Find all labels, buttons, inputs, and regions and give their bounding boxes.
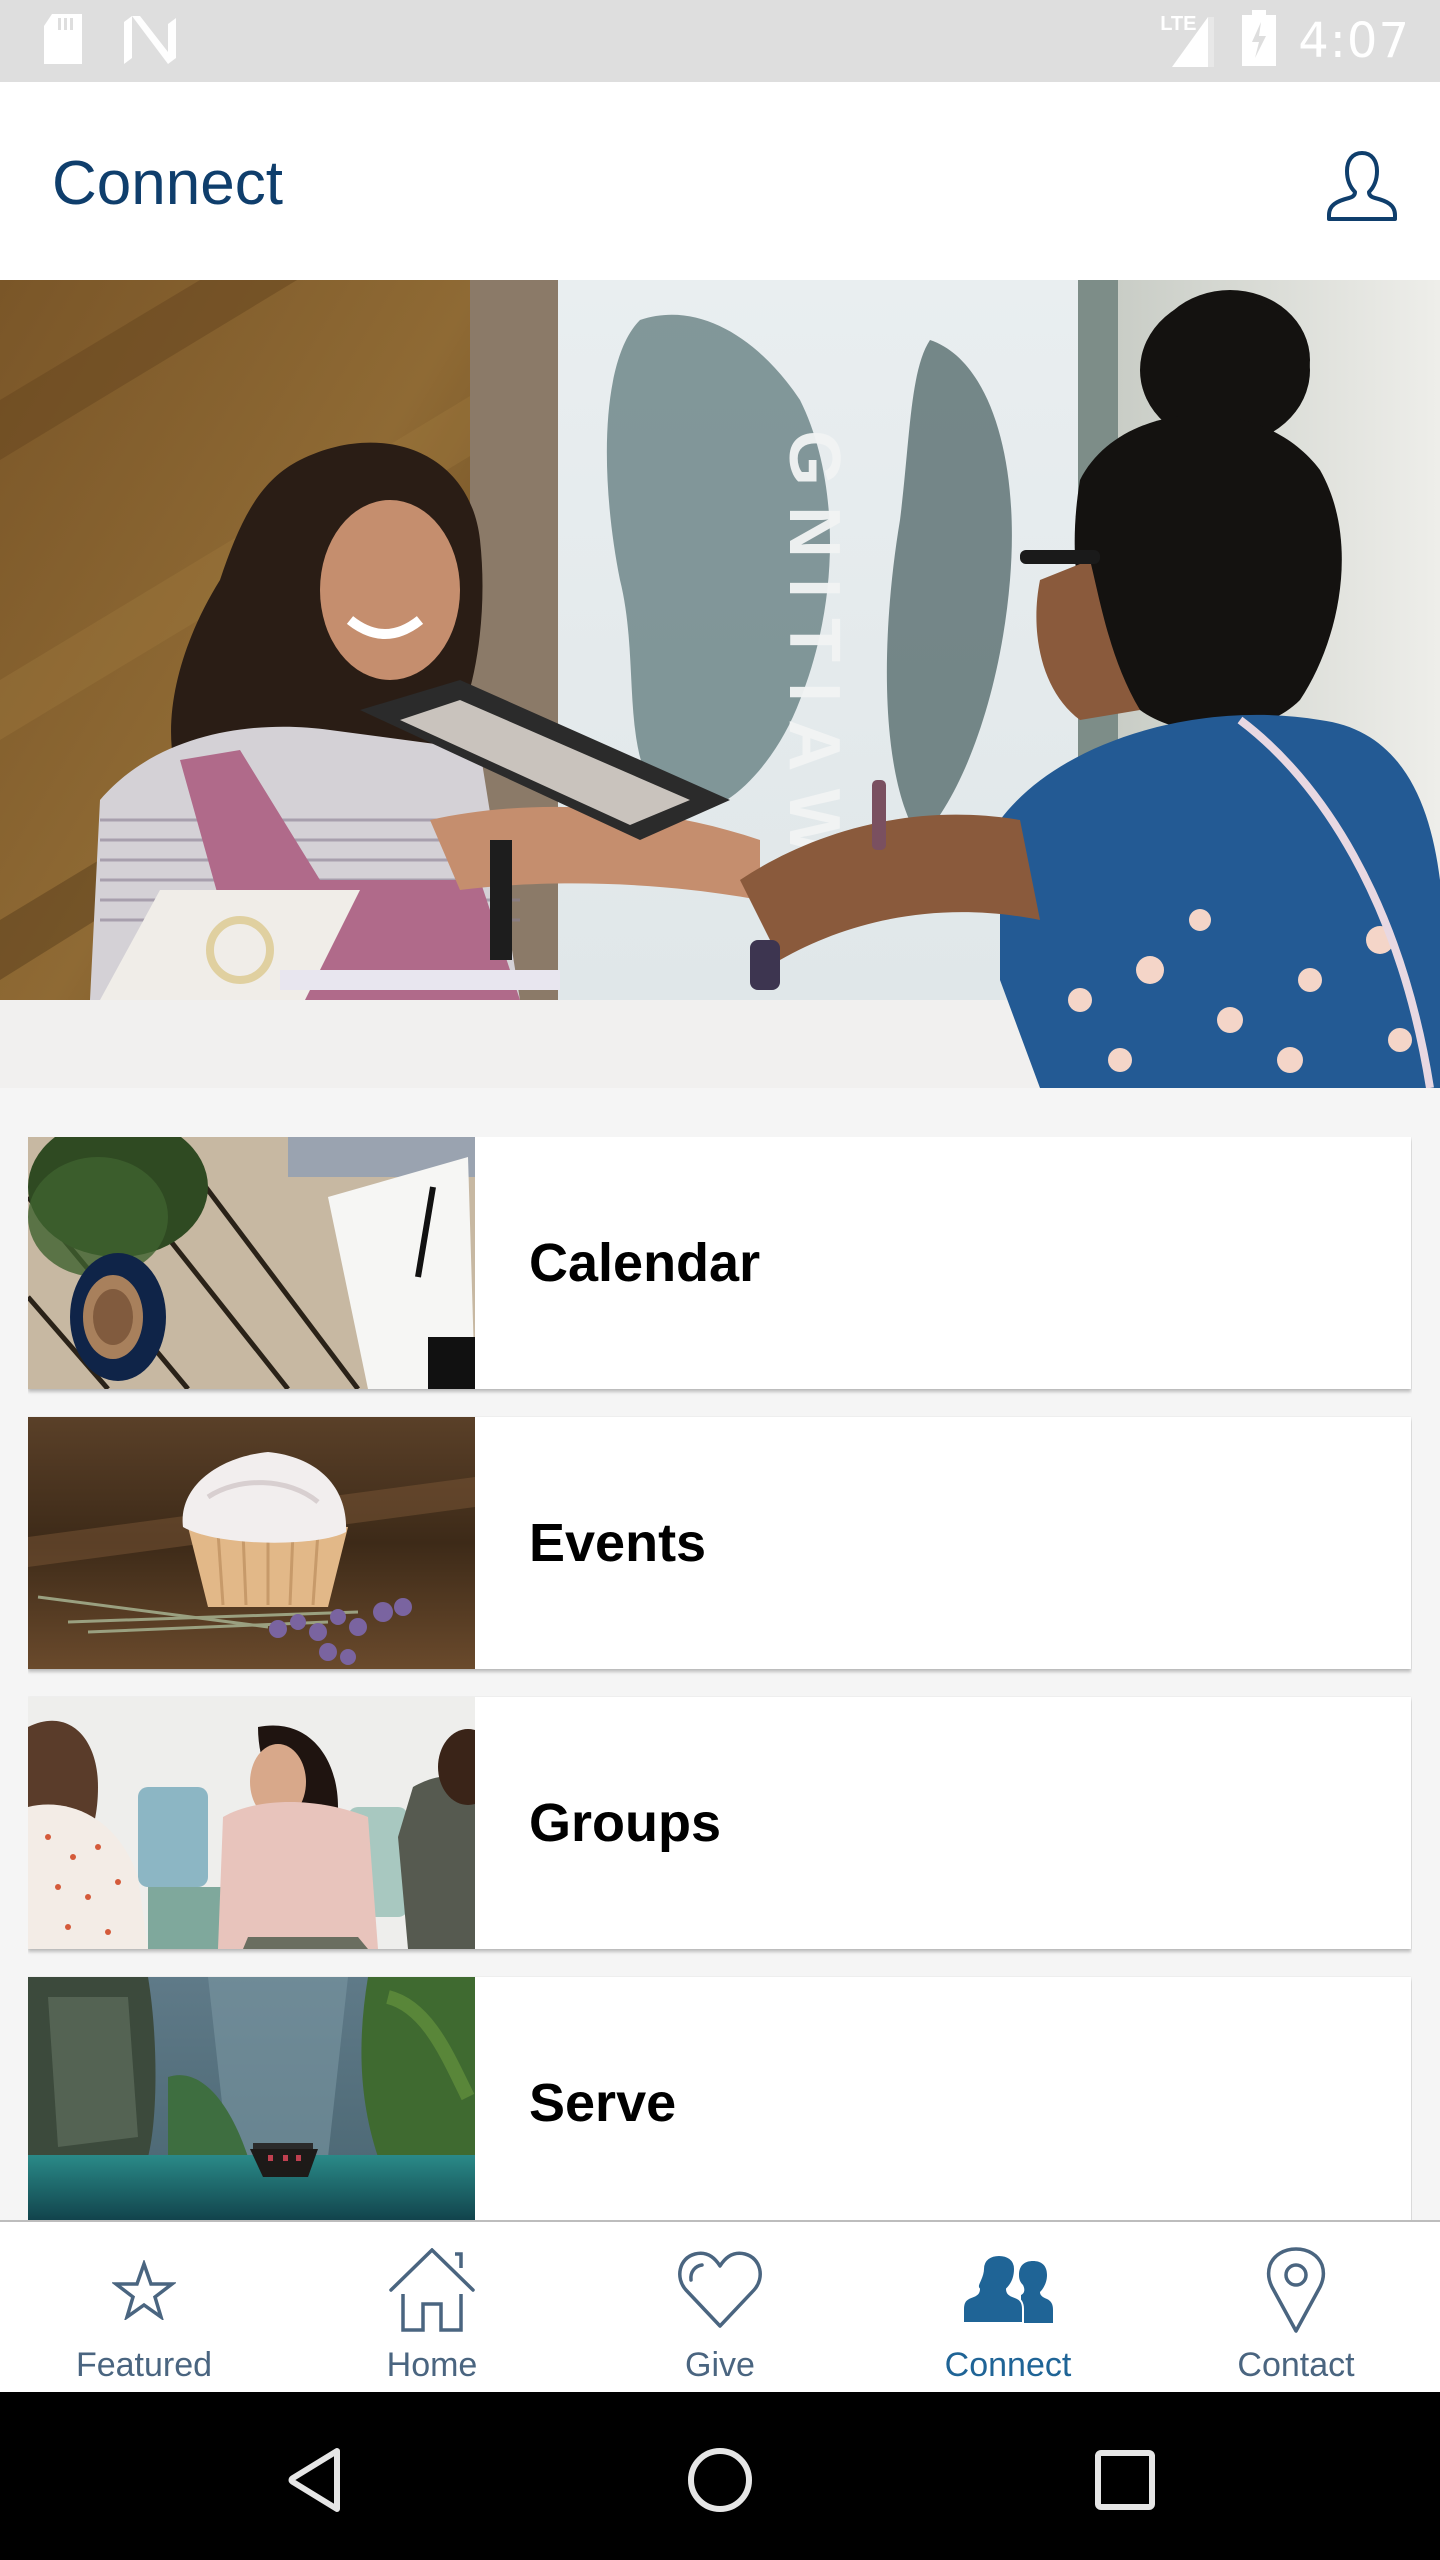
home-icon xyxy=(377,2242,487,2338)
people-icon xyxy=(953,2242,1063,2338)
n-notification-icon xyxy=(124,16,176,69)
back-triangle-icon xyxy=(285,2447,345,2518)
serve-card-image xyxy=(28,1977,475,2220)
status-bar: LTE 4:07 xyxy=(0,0,1440,82)
card-groups[interactable]: Groups xyxy=(28,1697,1411,1949)
lte-signal-icon: LTE xyxy=(1160,13,1220,69)
groups-card-image xyxy=(28,1697,475,1949)
app-bar: Connect xyxy=(0,82,1440,280)
system-navigation-bar xyxy=(0,2392,1440,2560)
screen: LTE 4:07 Connect G N I T I A W Calendar … xyxy=(0,0,1440,2560)
nav-item-featured[interactable]: Featured xyxy=(0,2222,288,2392)
nav-label: Give xyxy=(685,2346,755,2384)
system-home-button[interactable] xyxy=(680,2442,760,2522)
star-icon xyxy=(89,2242,199,2338)
heart-icon xyxy=(665,2242,775,2338)
nav-label: Home xyxy=(386,2346,478,2384)
nav-item-give[interactable]: Give xyxy=(576,2222,864,2392)
card-title: Events xyxy=(529,1513,707,1573)
home-circle-icon xyxy=(685,2445,755,2520)
nav-item-contact[interactable]: Contact xyxy=(1152,2222,1440,2392)
user-profile-icon xyxy=(1325,150,1399,227)
nav-label: Featured xyxy=(75,2346,213,2384)
nav-label: Contact xyxy=(1237,2346,1355,2384)
nav-label: Connect xyxy=(944,2346,1072,2384)
battery-charging-icon xyxy=(1242,10,1277,71)
card-events[interactable]: Events xyxy=(28,1417,1411,1669)
connect-card-list: Calendar Events Groups Serve xyxy=(28,1137,1412,2220)
card-serve[interactable]: Serve xyxy=(28,1977,1411,2220)
card-title: Calendar xyxy=(529,1233,761,1293)
nav-item-home[interactable]: Home xyxy=(288,2222,576,2392)
page-title: Connect xyxy=(52,149,283,218)
card-title: Groups xyxy=(529,1793,722,1853)
bottom-navigation: Featured Home Give Connect Contact xyxy=(0,2220,1440,2392)
events-card-image xyxy=(28,1417,475,1669)
nav-item-connect[interactable]: Connect xyxy=(864,2222,1152,2392)
calendar-card-image xyxy=(28,1137,475,1389)
profile-button[interactable] xyxy=(1324,150,1400,226)
card-calendar[interactable]: Calendar xyxy=(28,1137,1411,1389)
status-time: 4:07 xyxy=(1298,12,1410,69)
card-title: Serve xyxy=(529,2073,677,2133)
map-pin-icon xyxy=(1241,2242,1351,2338)
sd-card-icon xyxy=(42,14,84,71)
svg-text:G N I T I A W: G N I T I A W xyxy=(774,430,854,857)
system-recents-button[interactable] xyxy=(1085,2442,1165,2522)
hero-image: G N I T I A W xyxy=(0,280,1440,1088)
recents-square-icon xyxy=(1094,2449,1156,2516)
system-back-button[interactable] xyxy=(275,2442,355,2522)
